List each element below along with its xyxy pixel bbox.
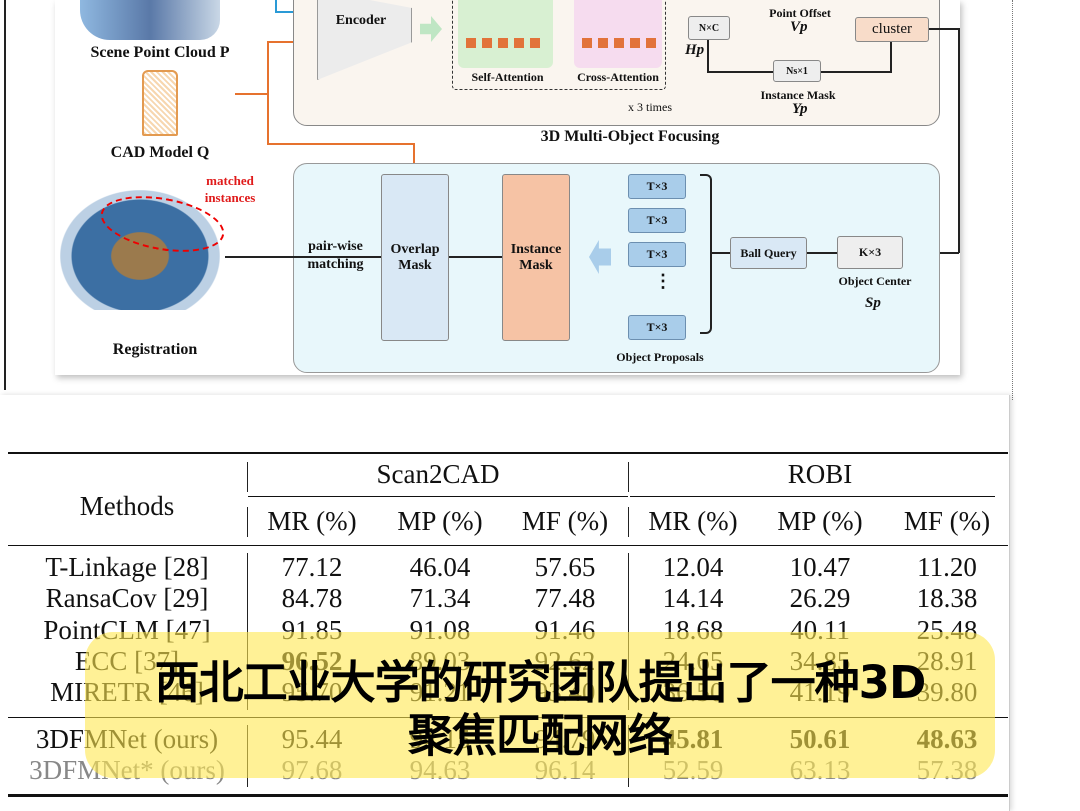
connector [712, 252, 730, 254]
table-cell: 11.20 [917, 552, 977, 582]
subtitle-line-1: 西北工业大学的研究团队提出了一种3D [154, 656, 927, 709]
proposal-box: T×3 [628, 208, 686, 233]
table-cell: 57.65 [534, 552, 596, 582]
column-header: MF (%) [903, 506, 991, 536]
token-row [582, 38, 657, 48]
object-proposals-label: Object Proposals [616, 350, 704, 364]
group-rule [248, 496, 995, 497]
brace [700, 174, 712, 334]
cross-attention-label: Cross-Attention [577, 70, 659, 84]
column-divider [628, 462, 629, 492]
table-cell: 26.29 [789, 583, 851, 613]
bottom-rule [8, 794, 1008, 797]
matched-instances-label: matched instances [204, 173, 256, 205]
cross-attention-block [574, 0, 662, 68]
connector [929, 28, 959, 30]
self-attention-label: Self-Attention [471, 70, 544, 84]
yp-label: Yp [792, 101, 808, 117]
self-attention-block [458, 0, 553, 68]
table-cell: 77.48 [534, 583, 596, 613]
table-cell: 71.34 [409, 583, 471, 613]
connector [449, 256, 502, 258]
scene-label: Scene Point Cloud P [90, 44, 230, 61]
cluster-box: cluster [855, 17, 929, 42]
connector [890, 42, 892, 72]
connector [821, 71, 892, 73]
cad-label: CAD Model Q [110, 144, 210, 161]
table-cell: 77.12 [281, 552, 343, 582]
sp-label: Sp [865, 295, 881, 311]
proposal-box: T×3 [628, 242, 686, 267]
table-cell: 46.04 [409, 552, 471, 582]
connector [707, 71, 773, 73]
rule-gap [628, 496, 630, 498]
registration-label: Registration [112, 341, 198, 358]
object-center-label: Object Center [838, 274, 912, 288]
methods-header: Methods [79, 491, 175, 521]
column-header: MP (%) [397, 506, 483, 536]
connector [958, 28, 960, 253]
connector [807, 252, 837, 254]
group-header-scan2cad: Scan2CAD [376, 459, 500, 489]
vp-label: Vp [790, 19, 808, 35]
table-cell: 10.47 [789, 552, 851, 582]
subtitle-line-2: 聚焦匹配网络 [407, 709, 673, 762]
method-name: RansaCov [29] [45, 583, 209, 613]
column-divider [247, 462, 248, 492]
orange-connector [267, 41, 269, 145]
encoder-label: Encoder [335, 13, 387, 28]
proposal-box: T×3 [628, 174, 686, 199]
instance-mask-box: Instance Mask [502, 174, 570, 341]
proposal-box: T×3 [628, 315, 686, 340]
column-header: MF (%) [521, 506, 609, 536]
orange-connector [267, 143, 414, 145]
table-cell: 18.38 [916, 583, 978, 613]
table-cell: 14.14 [662, 583, 724, 613]
column-header: MR (%) [648, 506, 738, 536]
nsx1-box: Ns×1 [773, 60, 821, 82]
ellipsis: ⋮ [654, 271, 672, 291]
table-cell: 84.78 [281, 583, 343, 613]
blue-connector [275, 0, 277, 11]
chair-cad-image [142, 70, 178, 136]
orange-connector [235, 93, 268, 95]
header-rule [8, 545, 1008, 546]
repeat-label: x 3 times [628, 100, 672, 114]
overlap-mask-box: Overlap Mask [381, 174, 449, 341]
table-top-rule [8, 452, 1008, 454]
column-divider [247, 507, 248, 537]
ball-query-box: Ball Query [730, 237, 807, 269]
focusing-title: 3D Multi-Object Focusing [540, 128, 720, 145]
pairwise-matching-label: pair-wise matching [307, 239, 364, 272]
kx3-box: K×3 [837, 236, 903, 269]
group-header-robi: ROBI [787, 459, 853, 489]
page-border [4, 0, 6, 390]
nxc-box: N×C [688, 16, 730, 40]
column-header: MP (%) [777, 506, 863, 536]
method-name: T-Linkage [28] [45, 552, 209, 582]
page-divider [1012, 0, 1013, 400]
scene-point-cloud-image [80, 0, 220, 40]
column-divider [628, 507, 629, 537]
table-cell: 12.04 [662, 552, 724, 582]
token-row [466, 38, 546, 48]
hp-label: Hp [685, 42, 705, 58]
connector [707, 40, 709, 72]
column-header: MR (%) [267, 506, 357, 536]
